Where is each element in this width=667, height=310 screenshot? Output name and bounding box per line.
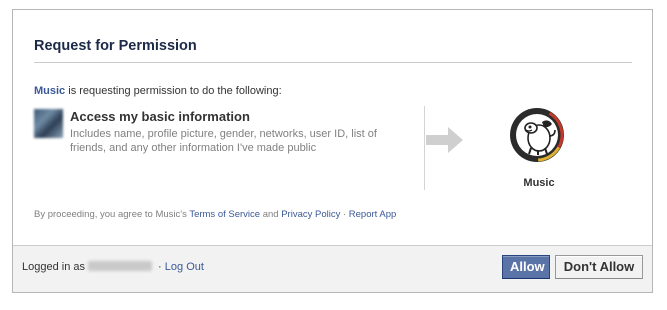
privacy-policy-link[interactable]: Privacy Policy bbox=[281, 209, 340, 220]
arrow-right-icon bbox=[426, 127, 463, 153]
legal-and: and bbox=[260, 209, 282, 220]
title-divider bbox=[34, 62, 632, 63]
app-link[interactable]: Music bbox=[34, 85, 65, 97]
report-app-link[interactable]: Report App bbox=[349, 209, 397, 220]
intro-message: is requesting permission to do the follo… bbox=[65, 85, 282, 97]
user-name-redacted bbox=[88, 261, 152, 271]
dialog-title: Request for Permission bbox=[34, 38, 197, 54]
log-out-link[interactable]: Log Out bbox=[165, 261, 204, 273]
logged-in-status: Logged in as · Log Out bbox=[22, 261, 204, 273]
legal-text: By proceeding, you agree to Music's Term… bbox=[34, 209, 396, 220]
permission-description: Includes name, profile picture, gender, … bbox=[70, 128, 377, 154]
terms-of-service-link[interactable]: Terms of Service bbox=[189, 209, 260, 220]
permission-dialog: Request for Permission Music is requesti… bbox=[12, 9, 653, 293]
permission-title: Access my basic information bbox=[70, 109, 250, 124]
legal-separator: · bbox=[340, 209, 349, 220]
app-name: Music bbox=[523, 177, 555, 189]
logout-separator: · bbox=[155, 261, 165, 273]
profile-picture bbox=[34, 109, 63, 138]
dont-allow-button[interactable]: Don't Allow bbox=[555, 255, 643, 279]
legal-prefix: By proceeding, you agree to Music's bbox=[34, 209, 190, 220]
allow-button[interactable]: Allow bbox=[502, 255, 550, 279]
intro-text: Music is requesting permission to do the… bbox=[34, 85, 282, 97]
music-app-logo-icon bbox=[510, 108, 564, 162]
dialog-footer: Logged in as · Log Out Allow Don't Allow bbox=[13, 245, 652, 292]
vertical-divider bbox=[424, 106, 425, 190]
logged-in-label: Logged in as bbox=[22, 261, 85, 273]
